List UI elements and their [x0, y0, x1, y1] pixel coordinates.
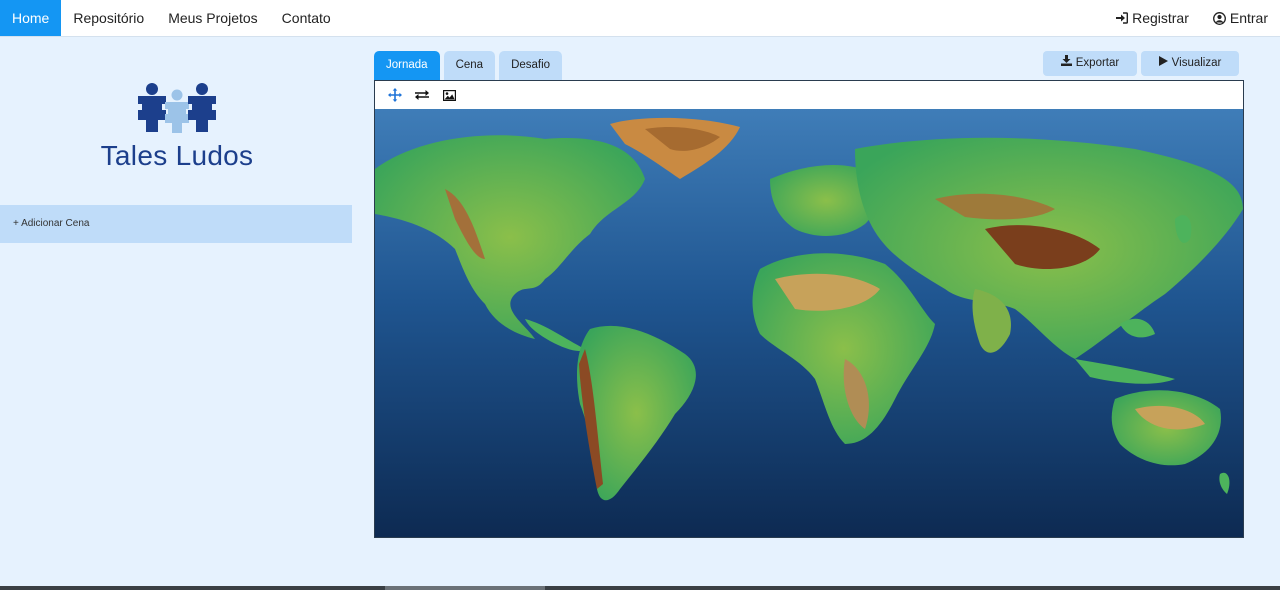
- add-scene-button[interactable]: + Adicionar Cena: [0, 205, 352, 243]
- nav-meus-projetos[interactable]: Meus Projetos: [156, 0, 269, 36]
- login-label: Entrar: [1229, 10, 1268, 26]
- scrollbar-thumb[interactable]: [385, 586, 545, 590]
- nav-contato[interactable]: Contato: [270, 0, 343, 36]
- top-navbar: Home Repositório Meus Projetos Contato R…: [0, 0, 1280, 37]
- scene-editor: [374, 80, 1244, 538]
- image-icon[interactable]: [440, 86, 458, 104]
- tab-cena[interactable]: Cena: [443, 51, 496, 80]
- nav-home[interactable]: Home: [0, 0, 62, 36]
- download-icon: [1060, 51, 1072, 76]
- account-nav: Registrar Entrar: [1115, 0, 1268, 36]
- nav-repositorio[interactable]: Repositório: [61, 0, 156, 36]
- editor-toolbar: [375, 81, 1243, 109]
- main-nav: Home Repositório Meus Projetos Contato: [0, 0, 343, 36]
- user-circle-icon: [1212, 11, 1226, 25]
- editor-tabs: Jornada Cena Desafio: [374, 51, 563, 80]
- tab-jornada[interactable]: Jornada: [374, 51, 440, 80]
- tab-desafio[interactable]: Desafio: [499, 51, 563, 80]
- sign-in-icon: [1115, 12, 1129, 24]
- move-icon[interactable]: [386, 86, 404, 104]
- swap-icon[interactable]: [413, 86, 431, 104]
- register-label: Registrar: [1132, 10, 1189, 26]
- puzzle-people-icon: [138, 83, 216, 133]
- logo-text: Tales Ludos: [100, 140, 254, 171]
- horizontal-scrollbar[interactable]: [0, 586, 1280, 590]
- play-icon: [1158, 51, 1168, 76]
- world-map-canvas[interactable]: [375, 109, 1243, 537]
- editor-actions: Exportar Visualizar: [1043, 51, 1239, 76]
- world-map-image: [375, 109, 1243, 537]
- export-button[interactable]: Exportar: [1043, 51, 1137, 76]
- tales-ludos-logo: Tales Ludos: [100, 80, 254, 176]
- visualize-label: Visualizar: [1171, 57, 1222, 69]
- register-link[interactable]: Registrar: [1115, 0, 1189, 36]
- login-link[interactable]: Entrar: [1212, 0, 1268, 36]
- export-label: Exportar: [1075, 57, 1120, 69]
- visualize-button[interactable]: Visualizar: [1141, 51, 1239, 76]
